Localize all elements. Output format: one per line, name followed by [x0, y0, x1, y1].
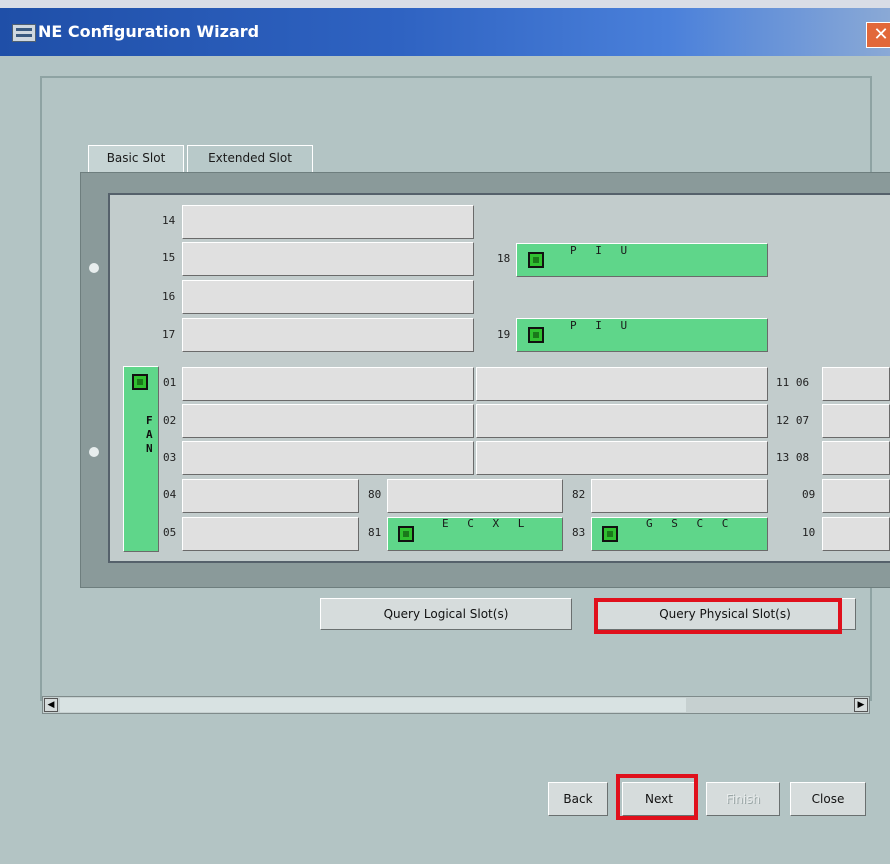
- slot-04[interactable]: [182, 479, 359, 513]
- board-label-ecxl: E C X L: [442, 517, 531, 530]
- slot-02-right[interactable]: [476, 404, 768, 438]
- fan-label-f: F: [146, 414, 153, 427]
- slot-number: 02: [163, 414, 177, 427]
- slot-01[interactable]: [182, 367, 474, 401]
- slot-03-right[interactable]: [476, 441, 768, 475]
- slot-number: 83: [572, 526, 586, 539]
- panel-knob-top: [88, 262, 100, 274]
- slot-03[interactable]: [182, 441, 474, 475]
- status-led-icon: [398, 526, 414, 542]
- slot-number: 13 08: [776, 451, 810, 464]
- slot-09[interactable]: [822, 479, 890, 513]
- slot-number: 12 07: [776, 414, 810, 427]
- status-led-icon: [602, 526, 618, 542]
- slot-number: 81: [368, 526, 382, 539]
- slot-17[interactable]: [182, 318, 474, 352]
- status-led-icon: [528, 252, 544, 268]
- scroll-right-arrow-icon[interactable]: ▶: [854, 698, 868, 712]
- slot-15[interactable]: [182, 242, 474, 276]
- slot-07[interactable]: [822, 404, 890, 438]
- slot-number: 15: [162, 251, 176, 264]
- board-label-gscc: G S C C: [646, 517, 735, 530]
- tab-extended-slot[interactable]: Extended Slot: [187, 145, 313, 172]
- slot-number: 19: [497, 328, 511, 341]
- scrollbar-thumb[interactable]: [60, 698, 686, 712]
- slot-number: 14: [162, 214, 176, 227]
- tab-basic-slot[interactable]: Basic Slot: [88, 145, 184, 172]
- slot-10[interactable]: [822, 517, 890, 551]
- slot-16[interactable]: [182, 280, 474, 314]
- slot-08[interactable]: [822, 441, 890, 475]
- slot-06[interactable]: [822, 367, 890, 401]
- slot-number: 01: [163, 376, 177, 389]
- slot-82[interactable]: [591, 479, 768, 513]
- slot-number: 03: [163, 451, 177, 464]
- slot-18-piu[interactable]: [516, 243, 768, 277]
- slot-14[interactable]: [182, 205, 474, 239]
- title-bar-top-edge: [0, 0, 890, 8]
- slot-number: 82: [572, 488, 586, 501]
- finish-button[interactable]: Finish: [706, 782, 780, 816]
- query-logical-slots-button[interactable]: Query Logical Slot(s): [320, 598, 572, 630]
- window-title: NE Configuration Wizard: [38, 22, 260, 41]
- board-label-piu: P I U: [570, 319, 634, 332]
- title-bar: NE Configuration Wizard ✕: [0, 0, 890, 56]
- status-led-icon: [132, 374, 148, 390]
- close-button[interactable]: Close: [790, 782, 866, 816]
- slot-80[interactable]: [387, 479, 563, 513]
- slot-number: 04: [163, 488, 177, 501]
- query-physical-slots-button[interactable]: Query Physical Slot(s): [594, 598, 856, 630]
- fan-slot[interactable]: [123, 366, 159, 552]
- slot-number: 05: [163, 526, 177, 539]
- slot-number: 09: [802, 488, 816, 501]
- slot-number: 80: [368, 488, 382, 501]
- back-button[interactable]: Back: [548, 782, 608, 816]
- next-button[interactable]: Next: [622, 782, 696, 816]
- panel-knob-bottom: [88, 446, 100, 458]
- slot-number: 10: [802, 526, 816, 539]
- slot-number: 18: [497, 252, 511, 265]
- board-label-piu: P I U: [570, 244, 634, 257]
- slot-number: 17: [162, 328, 176, 341]
- slot-02[interactable]: [182, 404, 474, 438]
- slot-19-piu[interactable]: [516, 318, 768, 352]
- fan-label-n: N: [146, 442, 153, 455]
- slot-05[interactable]: [182, 517, 359, 551]
- fan-label-a: A: [146, 428, 153, 441]
- scroll-left-arrow-icon[interactable]: ◀: [44, 698, 58, 712]
- app-icon: [12, 24, 36, 42]
- slot-01-right[interactable]: [476, 367, 768, 401]
- slot-number: 11 06: [776, 376, 810, 389]
- slot-number: 16: [162, 290, 176, 303]
- close-window-icon[interactable]: ✕: [866, 22, 890, 48]
- status-led-icon: [528, 327, 544, 343]
